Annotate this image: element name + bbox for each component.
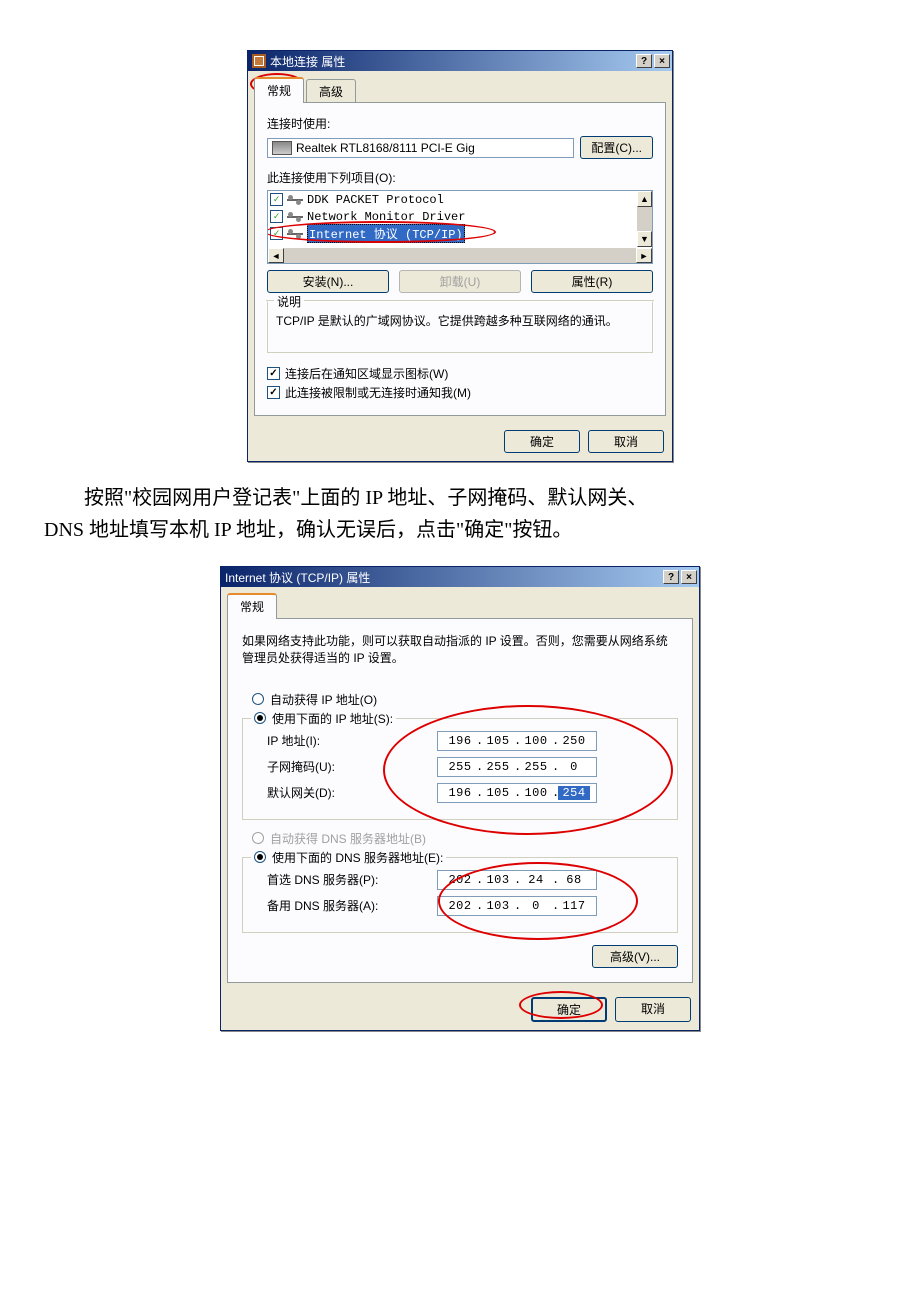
local-connection-properties-dialog: 本地连接 属性 ? × 常规 高级 连接时使用: Realtek RTL8168… — [247, 50, 673, 462]
tab-body-general: 如果网络支持此功能，则可以获取自动指派的 IP 设置。否则，您需要从网络系统管理… — [227, 618, 693, 983]
connection-icon — [252, 54, 266, 68]
protocol-icon — [287, 210, 303, 224]
description-text: TCP/IP 是默认的广域网协议。它提供跨越多种互联网络的通讯。 — [276, 312, 644, 346]
scroll-down-icon[interactable]: ▼ — [637, 231, 652, 247]
ok-button[interactable]: 确定 — [504, 430, 580, 453]
checkbox-icon[interactable] — [270, 210, 283, 223]
subnet-mask-row: 子网掩码(U): 255. 255. 255. 0 — [267, 757, 669, 777]
checkbox-icon[interactable] — [270, 193, 283, 206]
tcpip-properties-dialog: Internet 协议 (TCP/IP) 属性 ? × 常规 如果网络支持此功能… — [220, 566, 700, 1031]
radio-icon[interactable] — [254, 712, 266, 724]
connect-using-label: 连接时使用: — [267, 115, 653, 132]
configure-button[interactable]: 配置(C)... — [580, 136, 653, 159]
dialog-title: Internet 协议 (TCP/IP) 属性 — [225, 569, 663, 586]
checkbox-icon[interactable] — [270, 227, 283, 240]
checkbox-icon[interactable] — [267, 367, 280, 380]
tab-advanced[interactable]: 高级 — [306, 79, 356, 103]
preferred-dns-input[interactable]: 202. 103. 24. 68 — [437, 870, 597, 890]
tab-general[interactable]: 常规 — [227, 593, 277, 619]
dns-settings-group: 使用下面的 DNS 服务器地址(E): 首选 DNS 服务器(P): 202. … — [242, 857, 678, 933]
checkbox-icon[interactable] — [267, 386, 280, 399]
scroll-right-icon[interactable]: ► — [636, 248, 652, 263]
titlebar: 本地连接 属性 ? × — [248, 51, 672, 71]
ok-button[interactable]: 确定 — [531, 997, 607, 1022]
adapter-field: Realtek RTL8168/8111 PCI-E Gig — [267, 138, 574, 158]
dialog-title: 本地连接 属性 — [270, 53, 636, 70]
gateway-row: 默认网关(D): 196. 105. 100. 254 — [267, 783, 669, 803]
install-button[interactable]: 安装(N)... — [267, 270, 389, 293]
items-label: 此连接使用下列项目(O): — [267, 169, 653, 186]
radio-icon[interactable] — [252, 693, 264, 705]
subnet-mask-input[interactable]: 255. 255. 255. 0 — [437, 757, 597, 777]
radio-auto-dns: 自动获得 DNS 服务器地址(B) — [252, 830, 678, 847]
tab-body-general: 连接时使用: Realtek RTL8168/8111 PCI-E Gig 配置… — [254, 102, 666, 416]
radio-icon — [252, 832, 264, 844]
adapter-name: Realtek RTL8168/8111 PCI-E Gig — [296, 141, 475, 155]
scroll-up-icon[interactable]: ▲ — [637, 191, 652, 207]
gateway-input[interactable]: 196. 105. 100. 254 — [437, 783, 597, 803]
close-button[interactable]: × — [681, 570, 697, 584]
description-group: 说明 TCP/IP 是默认的广域网协议。它提供跨越多种互联网络的通讯。 — [267, 301, 653, 353]
horizontal-scrollbar[interactable]: ◄ ► — [268, 247, 652, 263]
notify-checkbox[interactable]: 此连接被限制或无连接时通知我(M) — [267, 384, 653, 401]
alternate-dns-row: 备用 DNS 服务器(A): 202. 103. 0. 117 — [267, 896, 669, 916]
help-button[interactable]: ? — [636, 54, 652, 68]
tab-strip: 常规 — [221, 587, 699, 619]
cancel-button[interactable]: 取消 — [588, 430, 664, 453]
uninstall-button: 卸载(U) — [399, 270, 521, 293]
description-text: 如果网络支持此功能，则可以获取自动指派的 IP 设置。否则，您需要从网络系统管理… — [242, 633, 678, 667]
radio-use-ip[interactable]: 使用下面的 IP 地址(S): — [251, 710, 396, 727]
items-listbox[interactable]: DDK PACKET Protocol Network Monitor Driv… — [268, 191, 636, 247]
titlebar: Internet 协议 (TCP/IP) 属性 ? × — [221, 567, 699, 587]
list-item[interactable]: Network Monitor Driver — [268, 208, 636, 225]
vertical-scrollbar[interactable]: ▲ ▼ — [636, 191, 652, 247]
scroll-left-icon[interactable]: ◄ — [268, 248, 284, 263]
ip-address-input[interactable]: 196. 105. 100. 250 — [437, 731, 597, 751]
radio-auto-ip[interactable]: 自动获得 IP 地址(O) — [252, 691, 678, 708]
items-listbox-container: DDK PACKET Protocol Network Monitor Driv… — [267, 190, 653, 264]
nic-icon — [272, 141, 292, 155]
list-item-selected[interactable]: Internet 协议 (TCP/IP) — [268, 225, 636, 242]
help-button[interactable]: ? — [663, 570, 679, 584]
properties-button[interactable]: 属性(R) — [531, 270, 653, 293]
show-icon-checkbox[interactable]: 连接后在通知区域显示图标(W) — [267, 365, 653, 382]
protocol-icon — [287, 193, 303, 207]
list-item[interactable]: DDK PACKET Protocol — [268, 191, 636, 208]
close-button[interactable]: × — [654, 54, 670, 68]
advanced-button[interactable]: 高级(V)... — [592, 945, 678, 968]
radio-icon[interactable] — [254, 851, 266, 863]
alternate-dns-input[interactable]: 202. 103. 0. 117 — [437, 896, 597, 916]
preferred-dns-row: 首选 DNS 服务器(P): 202. 103. 24. 68 — [267, 870, 669, 890]
radio-use-dns[interactable]: 使用下面的 DNS 服务器地址(E): — [251, 849, 446, 866]
instruction-text: 按照"校园网用户登记表"上面的 IP 地址、子网掩码、默认网关、 DNS 地址填… — [44, 482, 876, 546]
tab-strip: 常规 高级 — [248, 71, 672, 103]
description-legend: 说明 — [274, 293, 304, 310]
ip-address-row: IP 地址(I): 196. 105. 100. 250 — [267, 731, 669, 751]
ip-settings-group: 使用下面的 IP 地址(S): IP 地址(I): 196. 105. 100.… — [242, 718, 678, 820]
tab-general[interactable]: 常规 — [254, 77, 304, 103]
cancel-button[interactable]: 取消 — [615, 997, 691, 1022]
protocol-icon — [287, 227, 303, 241]
